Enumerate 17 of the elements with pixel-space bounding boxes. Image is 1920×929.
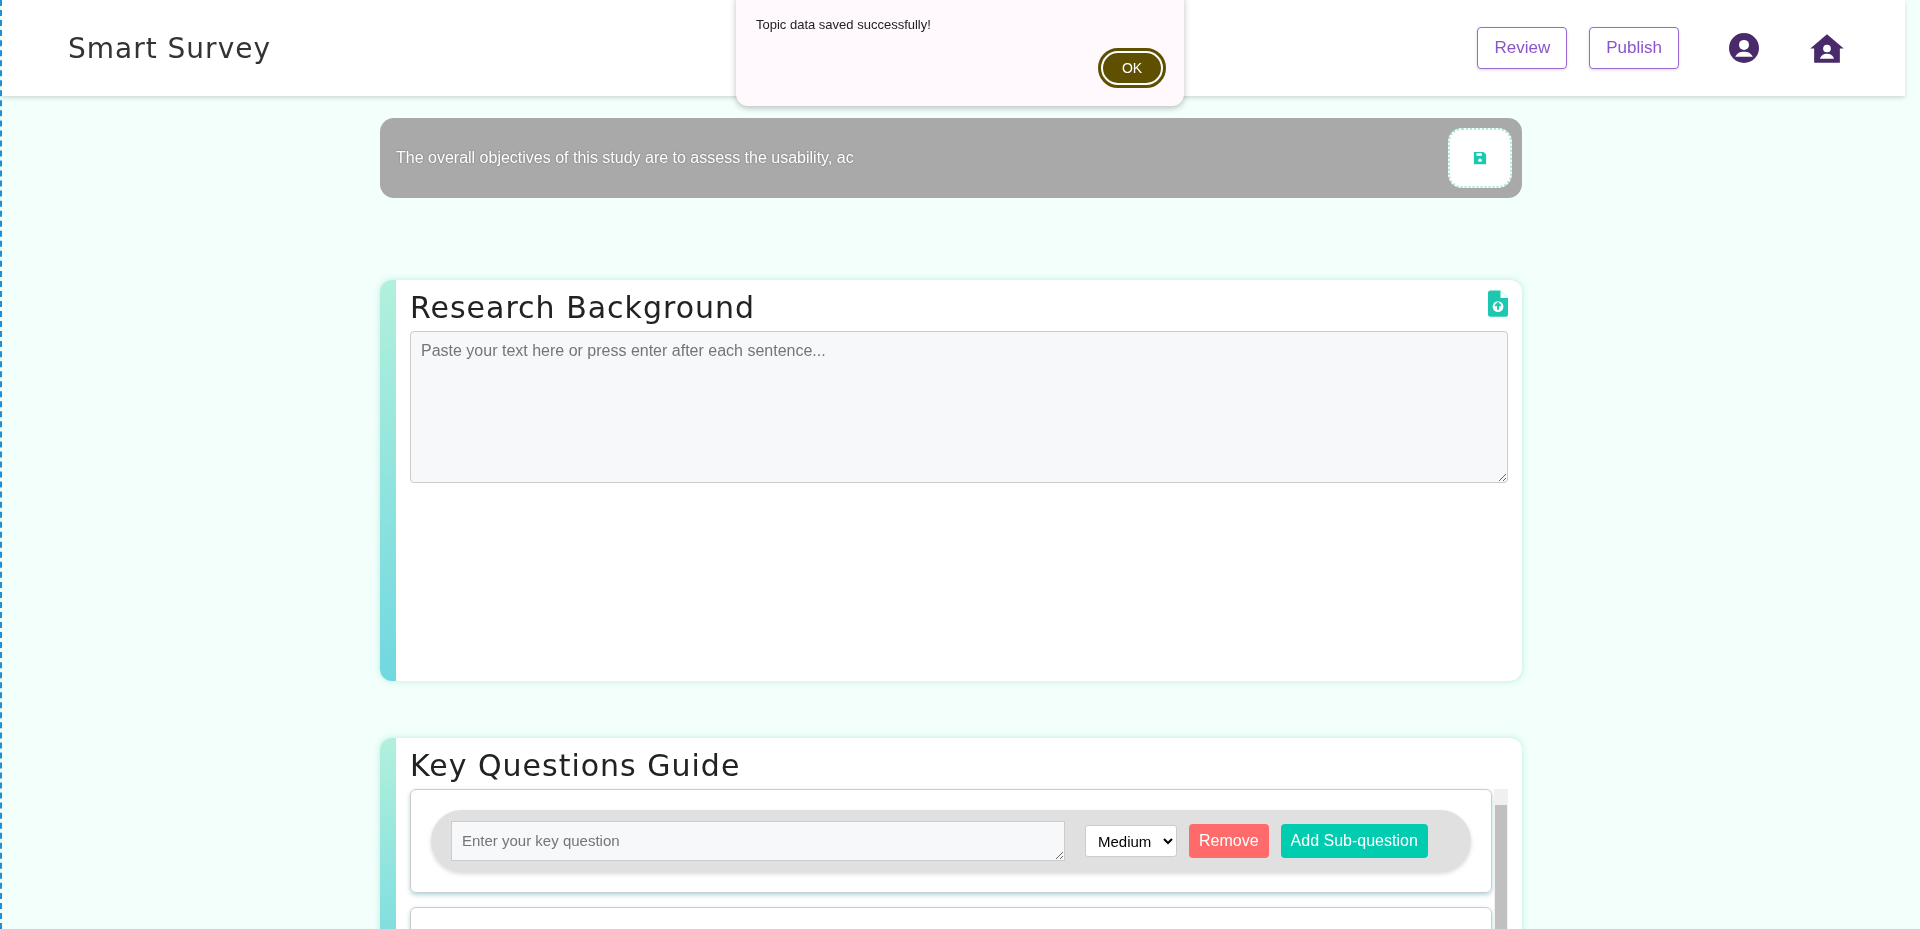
topic-text: The overall objectives of this study are to assess the usability, ac	[396, 149, 854, 167]
header-button[interactable]: Review	[1477, 27, 1568, 69]
section-title: Key Questions Guide	[410, 748, 742, 783]
dialog-message: Topic data saved successfully!	[756, 17, 931, 32]
home-user-icon[interactable]	[1809, 32, 1845, 64]
remove-button[interactable]: Remove	[1189, 824, 1269, 858]
key-question-field[interactable]: Enter your key question	[451, 821, 1065, 861]
header-button[interactable]: Publish	[1589, 27, 1679, 69]
app-title: Smart Survey	[68, 31, 271, 65]
section-title: Research Background	[410, 290, 756, 325]
file-upload-icon[interactable]	[1488, 290, 1508, 317]
priority-select[interactable]: Medium	[1085, 825, 1177, 857]
user-icon[interactable]	[1729, 33, 1759, 63]
save-button[interactable]	[1448, 128, 1512, 188]
ok-button[interactable]: OK	[1098, 48, 1166, 88]
scrollbar[interactable]	[1494, 789, 1508, 929]
background-text-field[interactable]: Paste your text here or press enter after each sentence...	[410, 331, 1508, 483]
